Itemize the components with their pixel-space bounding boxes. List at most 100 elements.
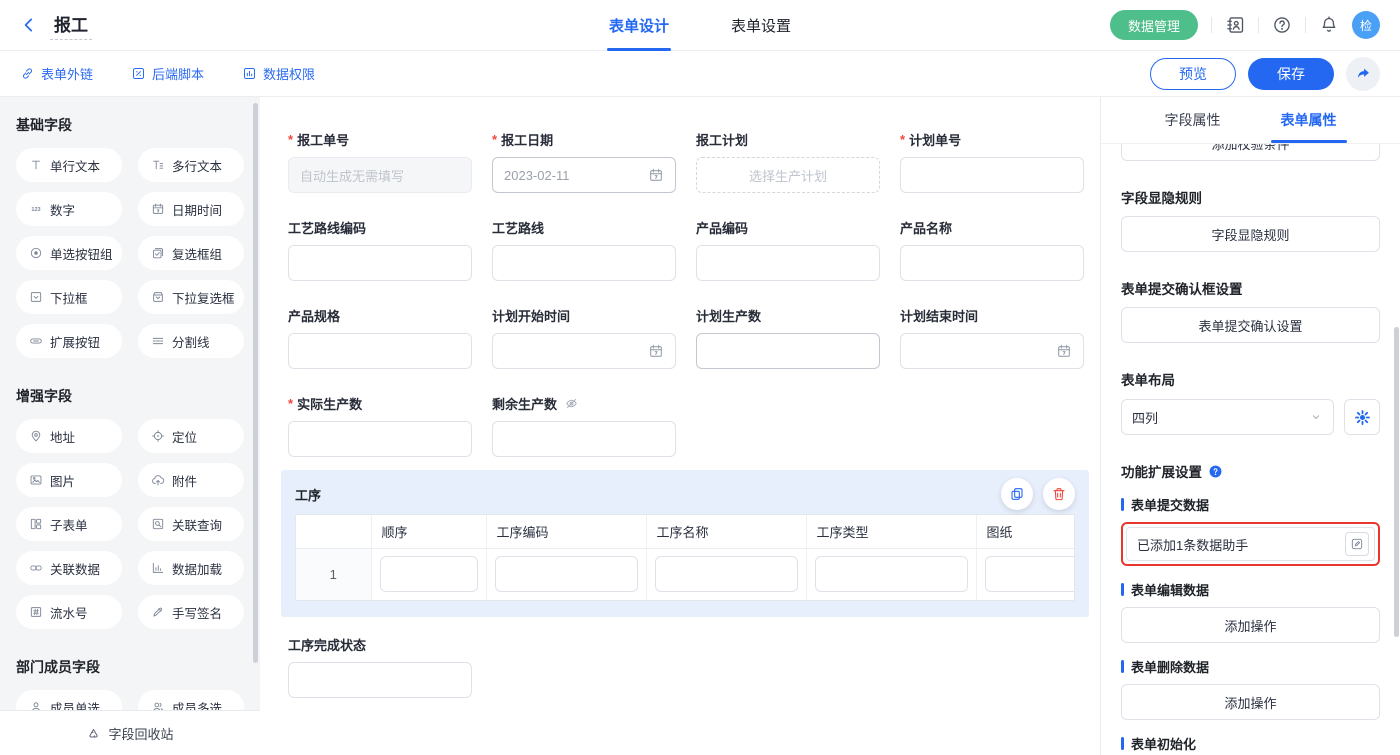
panel-tab-字段属性[interactable]: 字段属性 — [1159, 97, 1227, 143]
panel-button-字段显隐规则[interactable]: 字段显隐规则 — [1121, 216, 1380, 252]
field-input[interactable] — [288, 421, 472, 457]
field-type-数字[interactable]: 123数字 — [16, 192, 122, 226]
layout-select[interactable]: 四列 — [1121, 399, 1334, 435]
field-input[interactable] — [696, 333, 880, 369]
subform-cell-input[interactable] — [815, 556, 968, 592]
field-input[interactable] — [492, 421, 676, 457]
field-input[interactable] — [900, 245, 1084, 281]
field-type-关联数据[interactable]: 关联数据 — [16, 551, 122, 585]
field-type-关联查询[interactable]: 关联查询 — [138, 507, 244, 541]
toolbar-link-label: 表单外链 — [41, 64, 93, 83]
form-title[interactable]: 报工 — [50, 11, 92, 40]
header-tab-表单设置[interactable]: 表单设置 — [729, 0, 793, 51]
subform-cell-input[interactable] — [495, 556, 638, 592]
subform-cell-图纸 — [976, 548, 1075, 600]
address-book-icon[interactable] — [1225, 15, 1245, 35]
question-icon-wrap[interactable] — [1208, 464, 1223, 479]
subform-row-index: 1 — [296, 548, 371, 600]
field-type-定位[interactable]: 定位 — [138, 419, 244, 453]
subform-col-工序编码: 工序编码 — [486, 515, 646, 548]
field-type-子表单[interactable]: 子表单 — [16, 507, 122, 541]
field-type-附件[interactable]: 附件 — [138, 463, 244, 497]
panel-button-表单提交确认设置[interactable]: 表单提交确认设置 — [1121, 307, 1380, 343]
add-action-button[interactable]: 添加操作 — [1121, 607, 1380, 643]
field-input[interactable] — [900, 333, 1084, 369]
main-body: 基础字段单行文本多行文本123数字日期时间单选按钮组复选框组下拉框下拉复选框扩展… — [0, 97, 1400, 755]
group-title-表单初始化: 表单初始化 — [1121, 734, 1380, 753]
field-type-地址[interactable]: 地址 — [16, 419, 122, 453]
clipped-top-button[interactable]: 添加校验条件 — [1121, 144, 1380, 161]
save-button[interactable]: 保存 — [1248, 58, 1334, 90]
header-tabs: 表单设计 表单设置 — [607, 0, 793, 51]
field-type-日期时间[interactable]: 日期时间 — [138, 192, 244, 226]
bell-icon[interactable] — [1319, 15, 1339, 35]
help-icon[interactable] — [1272, 15, 1292, 35]
field-input[interactable] — [492, 245, 676, 281]
data-manage-button[interactable]: 数据管理 — [1110, 10, 1198, 40]
field-type-复选框组[interactable]: 复选框组 — [138, 236, 244, 270]
sidebar-scrollbar[interactable] — [253, 103, 258, 663]
canvas-field-实际生产数: *实际生产数 — [288, 395, 472, 457]
field-type-单选按钮组[interactable]: 单选按钮组 — [16, 236, 122, 270]
data-assistant-item[interactable]: 已添加1条数据助手 — [1126, 527, 1375, 561]
field-type-label: 手写签名 — [172, 603, 222, 622]
recycle-icon — [86, 726, 101, 741]
field-recycle-bin[interactable]: 字段回收站 — [0, 711, 260, 755]
datetime-wrap — [151, 202, 165, 216]
edit-button[interactable] — [1345, 532, 1369, 556]
field-input[interactable] — [696, 245, 880, 281]
field-input[interactable] — [900, 157, 1084, 193]
linked-icon — [29, 561, 43, 575]
field-input[interactable]: 自动生成无需填写 — [288, 157, 472, 193]
header-tab-表单设计[interactable]: 表单设计 — [607, 0, 671, 51]
copy-button[interactable] — [1001, 478, 1033, 510]
add-action-button[interactable]: 添加操作 — [1121, 684, 1380, 720]
field-type-单行文本[interactable]: 单行文本 — [16, 148, 122, 182]
field-type-扩展按钮[interactable]: 扩展按钮 — [16, 324, 122, 358]
toolbar-link-后端脚本[interactable]: 后端脚本 — [131, 64, 204, 83]
field-type-分割线[interactable]: 分割线 — [138, 324, 244, 358]
preview-button[interactable]: 预览 — [1150, 58, 1236, 90]
field-type-下拉框[interactable]: 下拉框 — [16, 280, 122, 314]
share-button[interactable] — [1346, 57, 1380, 91]
field-type-手写签名[interactable]: 手写签名 — [138, 595, 244, 629]
field-input[interactable] — [288, 245, 472, 281]
canvas-field-剩余生产数: 剩余生产数 — [492, 395, 676, 457]
field-input[interactable] — [288, 333, 472, 369]
field-sections: 基础字段单行文本多行文本123数字日期时间单选按钮组复选框组下拉框下拉复选框扩展… — [0, 115, 260, 755]
field-input[interactable] — [288, 662, 472, 698]
field-type-下拉复选框[interactable]: 下拉复选框 — [138, 280, 244, 314]
toolbar-link-数据权限[interactable]: 数据权限 — [242, 64, 315, 83]
field-input[interactable]: 2023-02-11 — [492, 157, 676, 193]
toolbar-link-表单外链[interactable]: 表单外链 — [20, 64, 93, 83]
eye-off-icon — [564, 396, 579, 411]
lookup-icon — [151, 517, 165, 531]
panel-scrollbar[interactable] — [1394, 327, 1399, 637]
field-input[interactable] — [492, 333, 676, 369]
field-type-多行文本[interactable]: 多行文本 — [138, 148, 244, 182]
layout-settings-button[interactable] — [1344, 399, 1380, 435]
subform-col-index — [296, 515, 371, 548]
subform-title: 工序 — [295, 485, 321, 504]
field-type-label: 扩展按钮 — [50, 332, 100, 351]
delete-button[interactable] — [1043, 478, 1075, 510]
link-icon — [20, 66, 35, 81]
field-label: *实际生产数 — [288, 395, 472, 411]
field-input[interactable]: 选择生产计划 — [696, 157, 880, 193]
panel-tab-表单属性[interactable]: 表单属性 — [1275, 97, 1343, 143]
properties-body: 添加校验条件 字段显隐规则字段显隐规则表单提交确认框设置表单提交确认设置表单布局… — [1101, 144, 1400, 755]
field-type-流水号[interactable]: 流水号 — [16, 595, 122, 629]
checkbox-wrap — [151, 246, 165, 260]
subform-cell-input[interactable] — [985, 556, 1076, 592]
back-icon[interactable] — [20, 16, 38, 34]
target-icon — [151, 429, 165, 443]
field-type-图片[interactable]: 图片 — [16, 463, 122, 497]
subform-cell-input[interactable] — [655, 556, 798, 592]
field-type-数据加载[interactable]: 数据加载 — [138, 551, 244, 585]
calendar-icon — [648, 167, 664, 183]
avatar[interactable]: 检 — [1352, 11, 1380, 39]
subform-cell-input[interactable] — [380, 556, 478, 592]
group-title-表单提交数据: 表单提交数据 — [1121, 495, 1380, 514]
subform-section[interactable]: 工序 顺序工序编码工序名称工序类型图纸 1 — [281, 470, 1089, 617]
canvas-field-产品规格: 产品规格 — [288, 307, 472, 369]
